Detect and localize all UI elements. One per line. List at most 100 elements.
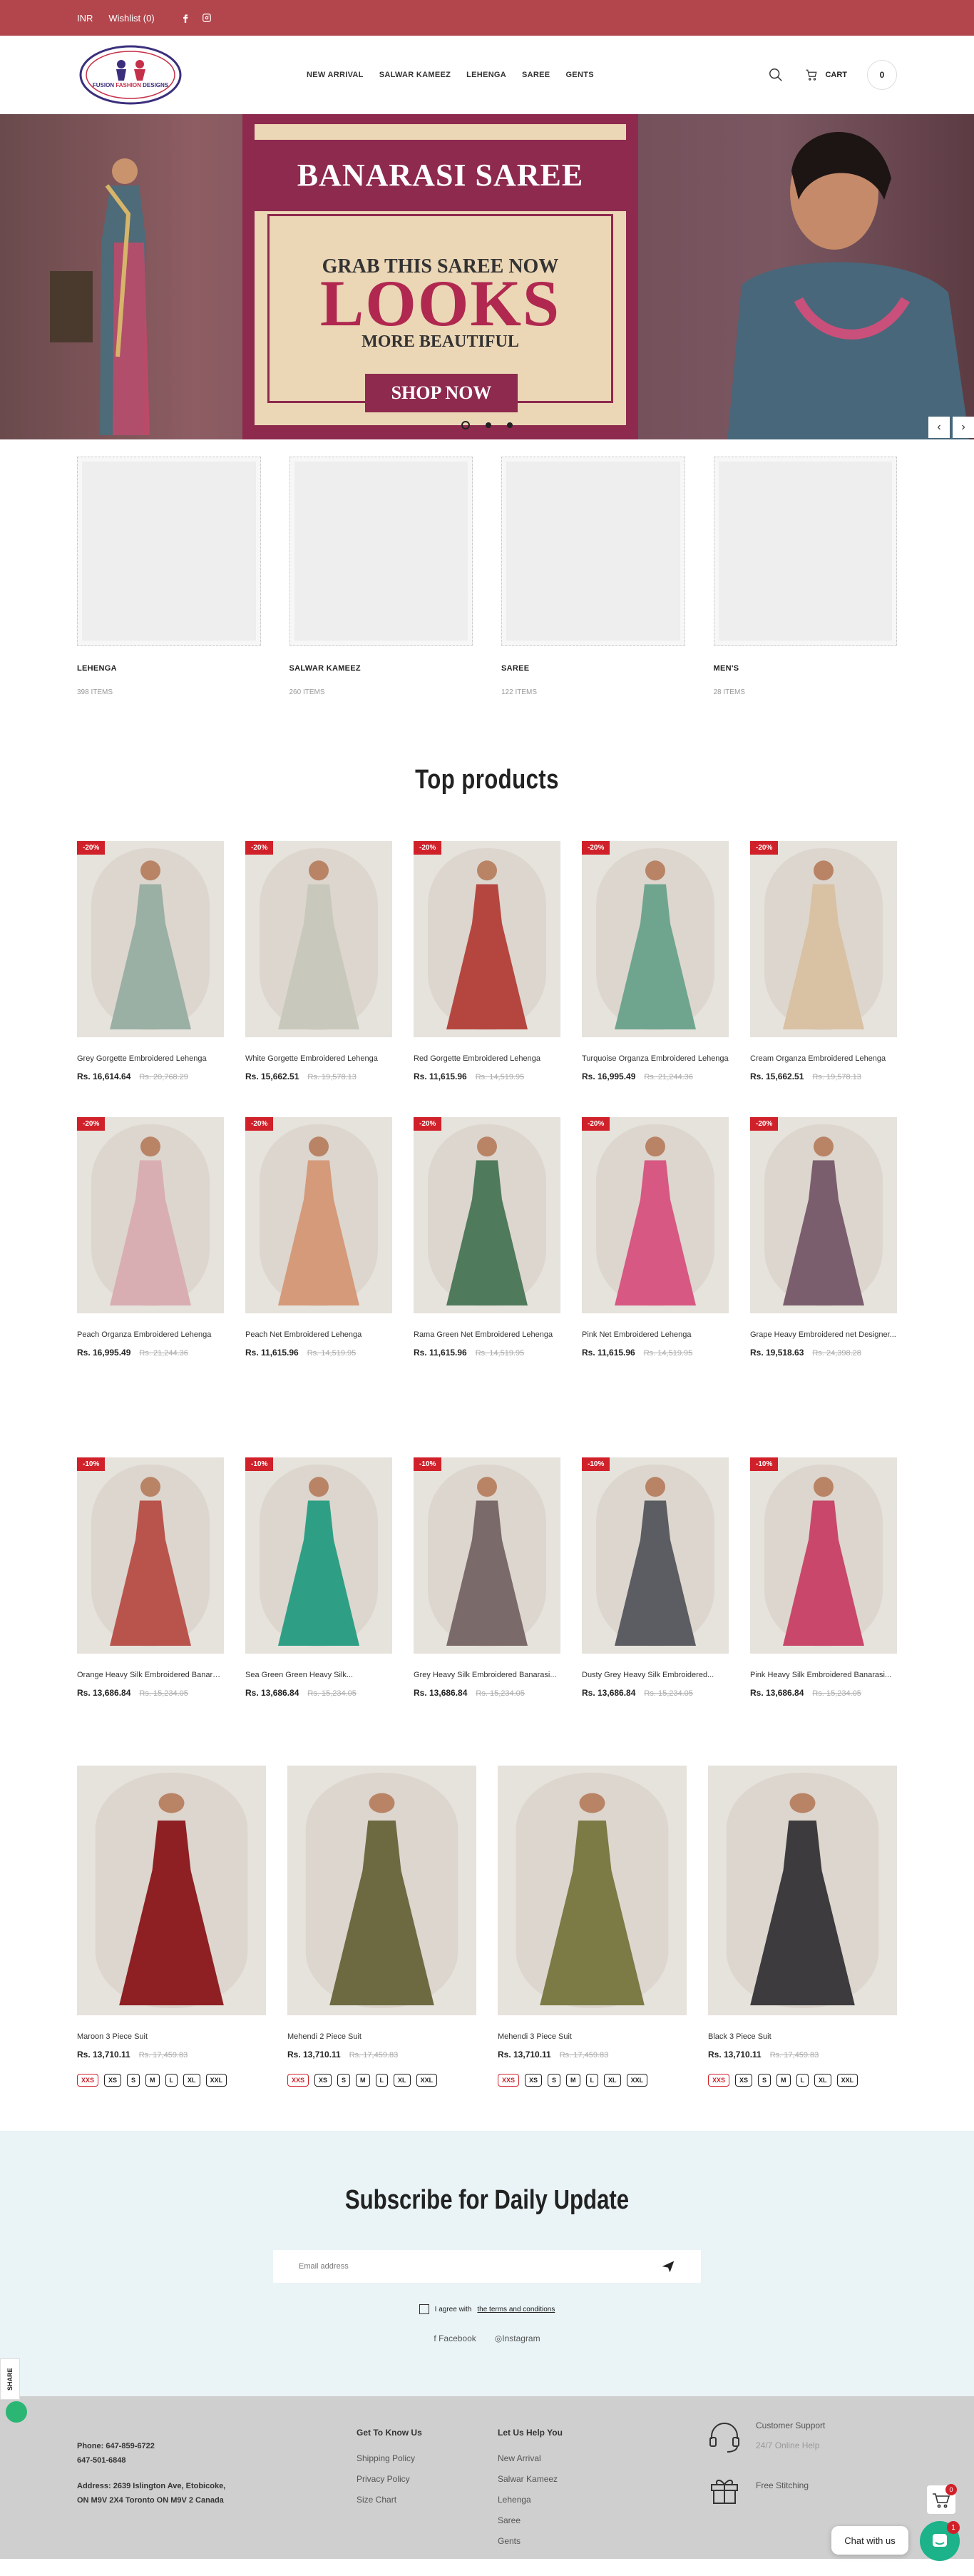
size-option[interactable]: XS	[314, 2074, 332, 2087]
nav-new-arrival[interactable]: NEW ARRIVAL	[307, 71, 364, 79]
product-card[interactable]: -10% Grey Heavy Silk Embroidered Banarasi…	[414, 1457, 560, 1698]
product-image[interactable]	[77, 1457, 224, 1654]
product-name[interactable]: Pink Heavy Silk Embroidered Banarasi...	[750, 1671, 897, 1679]
slider-next-button[interactable]: ›	[953, 417, 974, 438]
chat-with-us-label[interactable]: Chat with us	[831, 2526, 908, 2555]
product-image[interactable]	[582, 1117, 729, 1313]
size-option[interactable]: XXS	[287, 2074, 309, 2087]
product-image-wrap[interactable]: -20%	[582, 841, 729, 1037]
product-image-wrap[interactable]: -10%	[77, 1457, 224, 1654]
product-name[interactable]: Orange Heavy Silk Embroidered Banarasi..…	[77, 1671, 224, 1679]
product-card[interactable]: -20% White Gorgette Embroidered Lehenga Rs…	[245, 841, 392, 1081]
product-name[interactable]: Grape Heavy Embroidered net Designer...	[750, 1330, 897, 1339]
product-card[interactable]: -20% Pink Net Embroidered Lehenga Rs. 11,6…	[582, 1117, 729, 1358]
chat-button[interactable]: 1	[920, 2521, 960, 2561]
product-image-wrap[interactable]: -20%	[245, 841, 392, 1037]
footer-gents-link[interactable]: Gents	[498, 2536, 563, 2546]
product-image[interactable]	[287, 1766, 476, 2015]
size-option[interactable]: XXS	[708, 2074, 730, 2087]
product-name[interactable]: Rama Green Net Embroidered Lehenga	[414, 1330, 560, 1339]
search-icon[interactable]	[768, 67, 784, 83]
product-image-wrap[interactable]	[498, 1766, 687, 2015]
product-card[interactable]: Mehendi 3 Piece Suit Rs. 13,710.11 Rs. 17,…	[498, 1766, 687, 2087]
size-option[interactable]: L	[375, 2074, 389, 2087]
product-card[interactable]: -10% Pink Heavy Silk Embroidered Banarasi…	[750, 1457, 897, 1698]
size-option[interactable]: M	[356, 2074, 370, 2087]
product-card[interactable]: Mehendi 2 Piece Suit Rs. 13,710.11 Rs. 17,…	[287, 1766, 476, 2087]
product-image-wrap[interactable]: -20%	[750, 1117, 897, 1313]
product-image[interactable]	[77, 1766, 266, 2015]
product-name[interactable]: Grey Gorgette Embroidered Lehenga	[77, 1054, 224, 1063]
category-card[interactable]: SAREE 122 ITEMS	[501, 457, 685, 696]
product-image-wrap[interactable]: -20%	[77, 1117, 224, 1313]
product-name[interactable]: Peach Net Embroidered Lehenga	[245, 1330, 392, 1339]
product-image-wrap[interactable]	[287, 1766, 476, 2015]
product-image[interactable]	[750, 1117, 897, 1313]
product-image[interactable]	[750, 841, 897, 1037]
product-image[interactable]	[245, 1117, 392, 1313]
product-name[interactable]: Mehendi 3 Piece Suit	[498, 2032, 687, 2041]
product-name[interactable]: Peach Organza Embroidered Lehenga	[77, 1330, 224, 1339]
product-image-wrap[interactable]: -20%	[414, 841, 560, 1037]
product-image[interactable]	[245, 1457, 392, 1654]
share-tab[interactable]: SHARE	[0, 2358, 20, 2400]
size-option[interactable]: S	[758, 2074, 771, 2087]
size-option[interactable]: XXL	[836, 2074, 858, 2087]
product-image[interactable]	[77, 1117, 224, 1313]
terms-link[interactable]: the terms and conditions	[477, 2306, 555, 2313]
product-image[interactable]	[245, 841, 392, 1037]
product-name[interactable]: Turquoise Organza Embroidered Lehenga	[582, 1054, 729, 1063]
logo[interactable]: FUSION FASHION DESIGNS	[77, 43, 184, 107]
category-card[interactable]: LEHENGA 398 ITEMS	[77, 457, 261, 696]
product-card[interactable]: -20% Cream Organza Embroidered Lehenga Rs.…	[750, 841, 897, 1081]
product-name[interactable]: Maroon 3 Piece Suit	[77, 2032, 266, 2041]
currency-selector[interactable]: INR	[77, 13, 93, 24]
product-name[interactable]: Dusty Grey Heavy Silk Embroidered...	[582, 1671, 729, 1679]
product-card[interactable]: -10% Orange Heavy Silk Embroidered Banara…	[77, 1457, 224, 1698]
wishlist-link[interactable]: Wishlist (0)	[108, 13, 154, 24]
product-image[interactable]	[414, 841, 560, 1037]
size-option[interactable]: L	[796, 2074, 809, 2087]
product-card[interactable]: -20% Peach Organza Embroidered Lehenga Rs.…	[77, 1117, 224, 1358]
product-image[interactable]	[582, 1457, 729, 1654]
product-image-wrap[interactable]	[708, 1766, 897, 2015]
size-option[interactable]: L	[165, 2074, 178, 2087]
slider-prev-button[interactable]: ‹	[928, 417, 950, 438]
product-image[interactable]	[414, 1457, 560, 1654]
product-name[interactable]: Grey Heavy Silk Embroidered Banarasi...	[414, 1671, 560, 1679]
instagram-link[interactable]: ◎Instagram	[495, 2333, 540, 2343]
size-option[interactable]: XL	[814, 2074, 831, 2087]
product-image-wrap[interactable]: -10%	[414, 1457, 560, 1654]
size-option[interactable]: XS	[104, 2074, 122, 2087]
product-card[interactable]: -10% Dusty Grey Heavy Silk Embroidered...…	[582, 1457, 729, 1698]
slider-dot[interactable]	[507, 422, 513, 428]
size-option[interactable]: M	[145, 2074, 160, 2087]
product-image[interactable]	[498, 1766, 687, 2015]
size-option[interactable]: XS	[525, 2074, 543, 2087]
footer-lehenga-link[interactable]: Lehenga	[498, 2495, 563, 2505]
slider-dot[interactable]	[461, 421, 470, 429]
product-image-wrap[interactable]: -10%	[750, 1457, 897, 1654]
product-card[interactable]: -20% Grape Heavy Embroidered net Designer…	[750, 1117, 897, 1358]
product-name[interactable]: Black 3 Piece Suit	[708, 2032, 897, 2041]
product-name[interactable]: Pink Net Embroidered Lehenga	[582, 1330, 729, 1339]
product-image-wrap[interactable]: -20%	[414, 1117, 560, 1313]
product-image[interactable]	[750, 1457, 897, 1654]
product-card[interactable]: -20% Peach Net Embroidered Lehenga Rs. 11,…	[245, 1117, 392, 1358]
size-option[interactable]: L	[585, 2074, 599, 2087]
send-icon[interactable]	[661, 2259, 675, 2274]
product-image-wrap[interactable]: -20%	[750, 841, 897, 1037]
size-chart-link[interactable]: Size Chart	[357, 2495, 422, 2505]
product-name[interactable]: Mehendi 2 Piece Suit	[287, 2032, 476, 2041]
instagram-icon[interactable]	[202, 13, 212, 23]
size-option[interactable]: XXS	[77, 2074, 99, 2087]
facebook-icon[interactable]	[180, 13, 190, 23]
product-image[interactable]	[708, 1766, 897, 2015]
footer-saree-link[interactable]: Saree	[498, 2515, 563, 2525]
product-name[interactable]: Cream Organza Embroidered Lehenga	[750, 1054, 897, 1063]
product-image-wrap[interactable]: -10%	[245, 1457, 392, 1654]
category-card[interactable]: SALWAR KAMEEZ 260 ITEMS	[289, 457, 473, 696]
size-option[interactable]: XXS	[498, 2074, 520, 2087]
product-card[interactable]: -20% Turquoise Organza Embroidered Leheng…	[582, 841, 729, 1081]
shop-now-button[interactable]: SHOP NOW	[365, 374, 518, 412]
